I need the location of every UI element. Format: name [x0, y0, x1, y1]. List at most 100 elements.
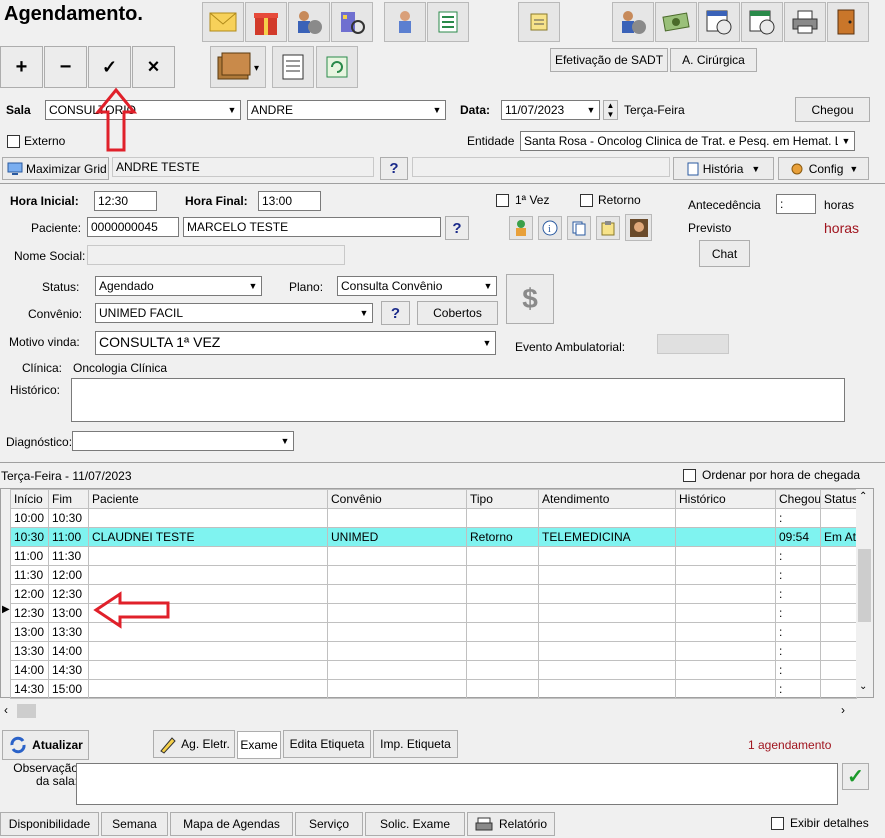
grid-vscrollbar[interactable]: ⌃ ⌄ [856, 489, 873, 697]
date-spinner[interactable]: ▲ ▼ [603, 100, 618, 120]
table-row[interactable]: 14:00 14:30: [10, 660, 857, 680]
gift-icon-button[interactable] [245, 2, 287, 42]
money-icon-button[interactable] [655, 2, 697, 42]
historia-button[interactable]: História ▼ [673, 157, 774, 180]
email-icon-button[interactable] [202, 2, 244, 42]
paciente-help-button[interactable]: ? [445, 216, 469, 240]
help-button[interactable]: ? [380, 157, 408, 180]
grid-column-header[interactable]: Início [10, 489, 49, 509]
paciente-info-button[interactable]: i [538, 216, 562, 240]
paciente-nome-value: MARCELO TESTE [187, 220, 289, 234]
confirm-button[interactable]: ✓ [88, 46, 131, 88]
paciente-photo-button[interactable] [625, 214, 652, 241]
diagnostico-select[interactable]: ▼ [72, 431, 294, 451]
people-gear-icon-button[interactable] [288, 2, 330, 42]
grid-column-header[interactable]: Tipo [466, 489, 539, 509]
scroll-thumb[interactable] [17, 704, 36, 718]
observacao-save-button[interactable]: ✓ [842, 763, 869, 790]
tab-solic-exame[interactable]: Solic. Exame [365, 812, 465, 836]
people-gear2-icon-button[interactable] [612, 2, 654, 42]
table-cell [88, 660, 328, 680]
medico-select[interactable]: ANDRE ▼ [247, 100, 446, 120]
calendar-clock-icon-button[interactable] [698, 2, 740, 42]
historico-textarea[interactable] [71, 378, 845, 422]
grid-column-header[interactable]: Atendimento [538, 489, 676, 509]
tab-semana[interactable]: Semana [101, 812, 168, 836]
convenio-select[interactable]: UNIMED FACIL ▼ [95, 303, 373, 323]
document-icon-button[interactable] [272, 46, 314, 88]
table-row[interactable]: 10:30 11:00 CLAUDNEI TESTE UNIMED Retorno TEL… [10, 527, 857, 547]
grid-column-header[interactable]: Fim [48, 489, 89, 509]
externo-checkbox[interactable] [7, 135, 20, 148]
scroll-thumb[interactable] [858, 549, 871, 622]
exibir-detalhes-checkbox[interactable] [771, 817, 784, 830]
exit-icon-button[interactable] [827, 2, 869, 42]
edita-etiqueta-button[interactable]: Edita Etiqueta [283, 730, 371, 758]
sheet-icon-button[interactable] [427, 2, 469, 42]
sala-select[interactable]: CONSULTORIO ▼ [45, 100, 241, 120]
refresh-icon-button[interactable] [316, 46, 358, 88]
dollar-button[interactable]: $ [506, 274, 554, 324]
folders-icon-button[interactable]: ▾ [210, 46, 266, 88]
ordenar-checkbox[interactable] [683, 469, 696, 482]
table-row[interactable]: 11:30 12:00: [10, 565, 857, 585]
imp-etiqueta-button[interactable]: Imp. Etiqueta [373, 730, 458, 758]
chevron-down-icon: ▼ [429, 101, 445, 119]
note-icon-button[interactable] [518, 2, 560, 42]
paciente-person-button[interactable] [509, 216, 533, 240]
cobertos-button[interactable]: Cobertos [417, 301, 498, 325]
observacao-textarea[interactable] [76, 763, 838, 805]
chegou-button[interactable]: Chegou [795, 97, 870, 122]
building-search-icon-button[interactable] [331, 2, 373, 42]
exame-button[interactable]: Exame [237, 731, 281, 759]
ag-eletr-button[interactable]: Ag. Eletr. [153, 730, 235, 758]
grid-column-header[interactable]: Status [820, 489, 857, 509]
paciente-id-input[interactable]: 0000000045 [87, 217, 179, 237]
config-button[interactable]: Config ▼ [778, 157, 869, 180]
paciente-paste-button[interactable] [596, 216, 620, 240]
antecedencia-input[interactable]: : [776, 194, 816, 214]
plano-select[interactable]: Consulta Convênio ▼ [337, 276, 497, 296]
remove-button[interactable]: − [44, 46, 87, 88]
cirurgica-button[interactable]: A. Cirúrgica [670, 48, 757, 72]
hora-inicial-input[interactable]: 12:30 [94, 191, 157, 211]
retorno-label: Retorno [598, 193, 641, 207]
paciente-copy-button[interactable] [567, 216, 591, 240]
table-row[interactable]: 14:30 15:00: [10, 679, 857, 699]
retorno-checkbox[interactable] [580, 194, 593, 207]
chat-button[interactable]: Chat [699, 240, 750, 267]
primeira-vez-checkbox[interactable] [496, 194, 509, 207]
evento-input[interactable] [657, 334, 729, 354]
maximizar-grid-button[interactable]: Maximizar Grid [2, 157, 109, 180]
tab-mapa-de-agendas[interactable]: Mapa de Agendas [170, 812, 293, 836]
status-select[interactable]: Agendado ▼ [95, 276, 262, 296]
printer-icon-button[interactable] [784, 2, 826, 42]
tab-servico[interactable]: Serviço [295, 812, 363, 836]
grid-column-header[interactable]: Histórico [675, 489, 776, 509]
date-picker[interactable]: 11/07/2023 ▼ [501, 100, 600, 120]
calendar-clock2-icon-button[interactable] [741, 2, 783, 42]
nome-social-input[interactable] [87, 245, 345, 265]
add-button[interactable]: + [0, 46, 43, 88]
atualizar-button[interactable]: Atualizar [2, 730, 89, 760]
efetivacao-sadt-button[interactable]: Efetivação de SADT [550, 48, 668, 72]
grid-column-header[interactable]: Paciente [88, 489, 328, 509]
motivo-select[interactable]: CONSULTA 1ª VEZ ▼ [95, 331, 496, 355]
hora-final-input[interactable]: 13:00 [258, 191, 321, 211]
paciente-nome-input[interactable]: MARCELO TESTE [183, 217, 441, 237]
tab-relatorio[interactable]: Relatório [467, 812, 555, 836]
cancel-button[interactable]: × [132, 46, 175, 88]
grid-column-header[interactable]: Chegou [775, 489, 821, 509]
convenio-help-button[interactable]: ? [381, 301, 410, 325]
entidade-select[interactable]: Santa Rosa - Oncolog Clinica de Trat. e … [520, 131, 855, 151]
table-row[interactable]: 10:00 10:30: [10, 508, 857, 528]
person-icon-button[interactable] [384, 2, 426, 42]
table-cell [538, 622, 676, 642]
table-cell [538, 660, 676, 680]
tab-disponibilidade[interactable]: Disponibilidade [0, 812, 99, 836]
grid-hscrollbar[interactable]: ‹ › [0, 702, 856, 720]
table-row[interactable]: 11:00 11:30: [10, 546, 857, 566]
entidade-label: Entidade [467, 134, 515, 148]
table-row[interactable]: 13:30 14:00: [10, 641, 857, 661]
grid-column-header[interactable]: Convênio [327, 489, 467, 509]
